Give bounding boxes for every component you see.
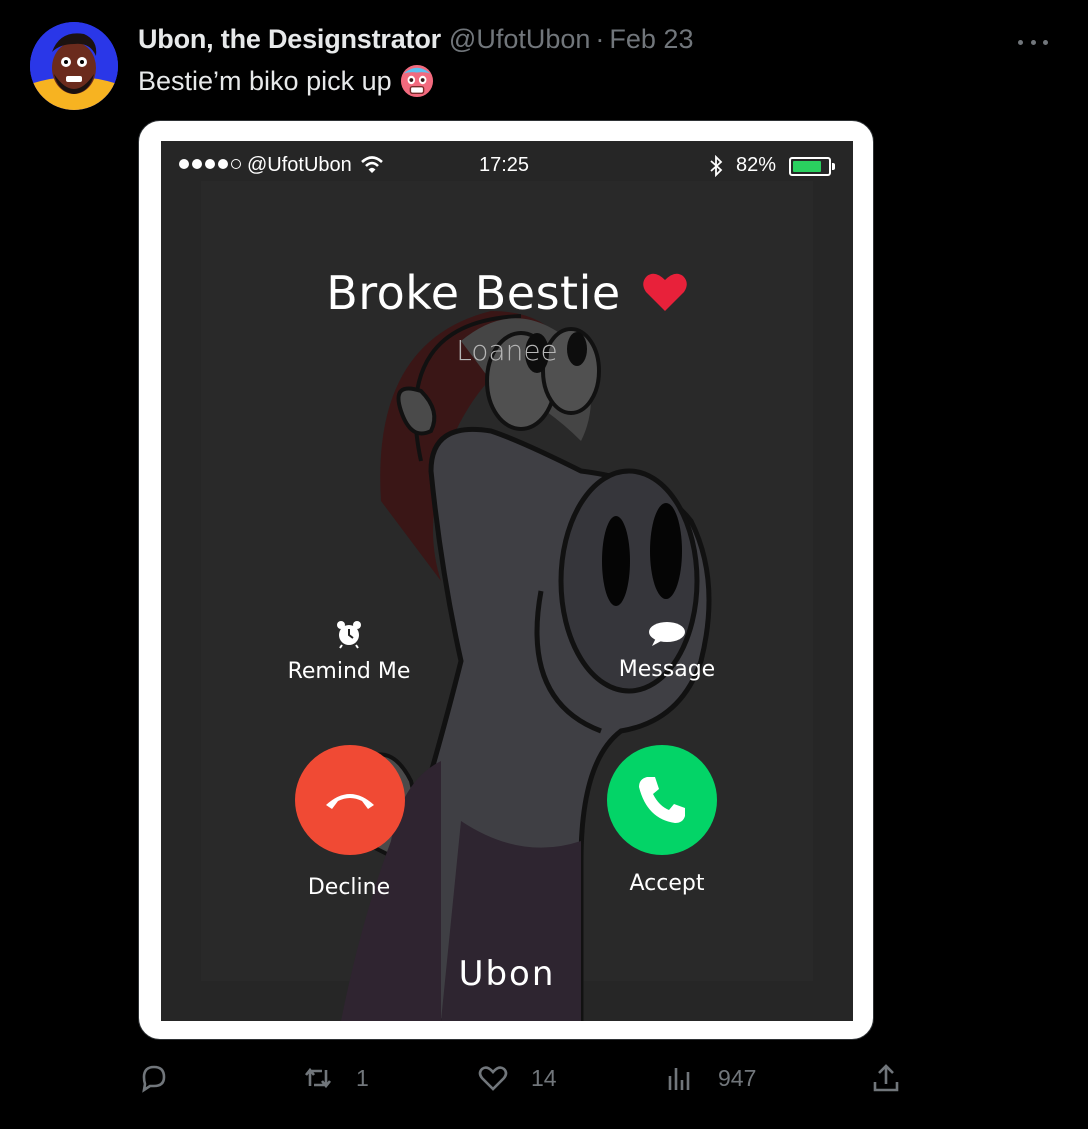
signal-strength-icon [179, 159, 241, 169]
hot-face-emoji-icon [400, 64, 433, 98]
views-button[interactable]: 947 [664, 1062, 756, 1094]
analytics-bars-icon [668, 1068, 690, 1090]
more-options-icon[interactable] [1018, 32, 1048, 52]
battery-percentage: 82% [736, 154, 777, 176]
user-handle[interactable]: @UfotUbon [449, 24, 590, 55]
reply-button[interactable] [138, 1062, 170, 1094]
caller-subtitle: Loanee [456, 334, 558, 367]
caller-name-text: Broke Bestie [326, 266, 621, 320]
wifi-icon [361, 156, 383, 173]
accept-label: Accept [629, 871, 705, 896]
brand-watermark: Ubon [458, 954, 556, 994]
share-icon [873, 1064, 899, 1092]
retweet-button[interactable]: 1 [302, 1062, 369, 1094]
share-button[interactable] [870, 1062, 902, 1094]
phone-handset-icon [639, 777, 685, 823]
message-button[interactable]: Message [601, 621, 733, 682]
message-bubble-icon [649, 622, 685, 646]
message-label: Message [618, 657, 716, 682]
retweet-count: 1 [356, 1064, 369, 1091]
alarm-clock-icon [337, 621, 361, 649]
separator-dot: · [595, 24, 605, 54]
tweet[interactable]: Ubon, the Designstrator @UfotUbon · Feb … [0, 0, 1088, 1129]
heart-outline-icon [478, 1066, 508, 1091]
hang-up-icon [326, 794, 374, 809]
tweet-text: Bestie’m biko pick up [138, 64, 434, 98]
bluetooth-icon [710, 155, 723, 177]
avatar[interactable] [30, 22, 118, 110]
tweet-actions: 1 14 947 [0, 1058, 1088, 1104]
tweet-date[interactable]: Feb 23 [609, 24, 693, 55]
carrier-name: @UfotUbon [247, 154, 352, 176]
battery-icon [789, 157, 835, 176]
tweet-body: Bestie’m biko pick up [138, 65, 392, 96]
caller-name: Broke Bestie [161, 266, 853, 320]
media-image[interactable]: @UfotUbon 17:25 82% Broke Bestie Loanee … [138, 120, 874, 1040]
view-count: 947 [718, 1064, 757, 1091]
tweet-header: Ubon, the Designstrator @UfotUbon · Feb … [138, 24, 693, 60]
like-button[interactable]: 14 [477, 1062, 557, 1094]
reply-icon [142, 1065, 166, 1093]
accept-call-button[interactable] [607, 745, 717, 855]
like-count: 14 [531, 1064, 557, 1091]
status-bar: @UfotUbon 17:25 82% [161, 141, 853, 191]
display-name[interactable]: Ubon, the Designstrator [138, 24, 441, 55]
heart-icon [643, 273, 687, 311]
remind-me-label: Remind Me [287, 659, 411, 684]
incoming-call-screen: @UfotUbon 17:25 82% Broke Bestie Loanee … [161, 141, 853, 1021]
retweet-icon [304, 1067, 332, 1089]
decline-label: Decline [307, 875, 391, 900]
remind-me-button[interactable]: Remind Me [279, 619, 419, 684]
decline-call-button[interactable] [295, 745, 405, 855]
status-time: 17:25 [479, 154, 530, 176]
